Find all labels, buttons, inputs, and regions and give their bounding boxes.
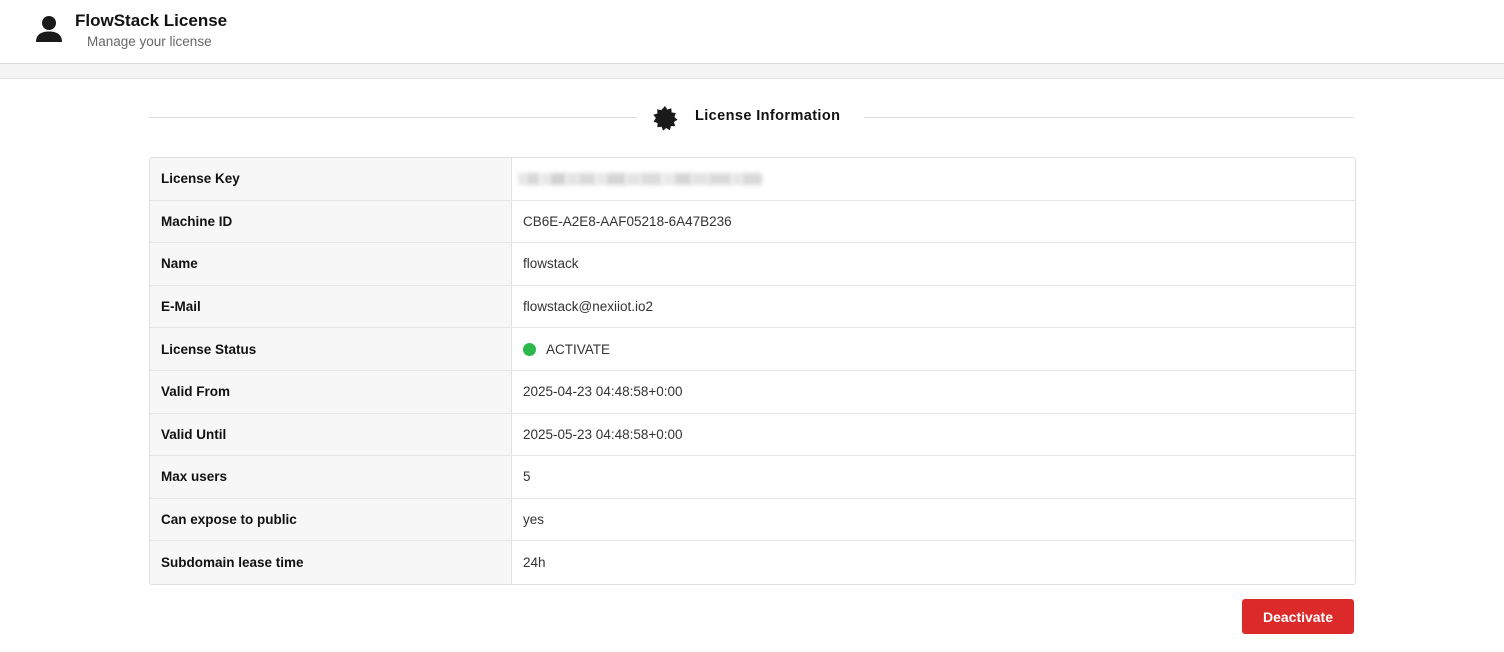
app-header: FlowStack License Manage your license (0, 0, 1504, 64)
redacted-value (518, 167, 762, 191)
heading-divider-left (149, 117, 637, 118)
license-status-value: ACTIVATE (512, 328, 1355, 370)
row-value: flowstack@nexiiot.io2 (523, 299, 654, 315)
row-value: flowstack (523, 256, 579, 272)
row-label: Can expose to public (150, 498, 512, 541)
badge-icon (653, 106, 678, 131)
row-value: CB6E-A2E8-AAF05218-6A47B236 (523, 213, 732, 229)
table-row: License Status ACTIVATE (150, 328, 1355, 371)
table-row: Valid From 2025-04-23 04:48:58+0:00 (150, 370, 1355, 414)
status-text: ACTIVATE (546, 341, 611, 357)
row-value: 2025-05-23 04:48:58+0:00 (523, 426, 683, 442)
deactivate-button[interactable]: Deactivate (1242, 599, 1354, 634)
section-heading: License Information (149, 102, 1354, 132)
section-title: License Information (695, 108, 841, 124)
license-key-redacted (512, 158, 1355, 200)
status-dot-icon (523, 342, 536, 356)
row-value: 24h (523, 555, 546, 571)
header-divider (0, 64, 1504, 79)
table-row: License Key (150, 158, 1355, 201)
app-subtitle: Manage your license (87, 34, 212, 49)
row-label: E-Mail (150, 285, 512, 328)
row-label: Valid Until (150, 413, 512, 456)
row-label: Subdomain lease time (150, 541, 512, 584)
row-value: 2025-04-23 04:48:58+0:00 (523, 384, 683, 400)
row-value: yes (523, 512, 545, 528)
user-icon (36, 16, 62, 42)
app-title: FlowStack License (75, 11, 228, 30)
row-label: Machine ID (150, 200, 512, 243)
row-label: License Key (150, 158, 512, 200)
row-label: License Status (150, 328, 512, 370)
table-row: Max users 5 (150, 456, 1355, 499)
row-label: Max users (150, 456, 512, 498)
row-label: Name (150, 243, 512, 285)
table-row: Can expose to public yes (150, 498, 1355, 542)
table-row: E-Mail flowstack@nexiiot.io2 (150, 285, 1355, 329)
license-info-table: License Key Machine ID CB6E-A2E8-AAF05218-… (149, 157, 1356, 585)
table-row: Machine ID CB6E-A2E8-AAF05218-6A47B236 (150, 200, 1355, 244)
row-value: 5 (523, 469, 531, 485)
row-label: Valid From (150, 370, 512, 413)
table-row: Name flowstack (150, 243, 1355, 286)
heading-divider-right (864, 117, 1354, 118)
table-row: Subdomain lease time 24h (150, 541, 1355, 584)
table-row: Valid Until 2025-05-23 04:48:58+0:00 (150, 413, 1355, 457)
